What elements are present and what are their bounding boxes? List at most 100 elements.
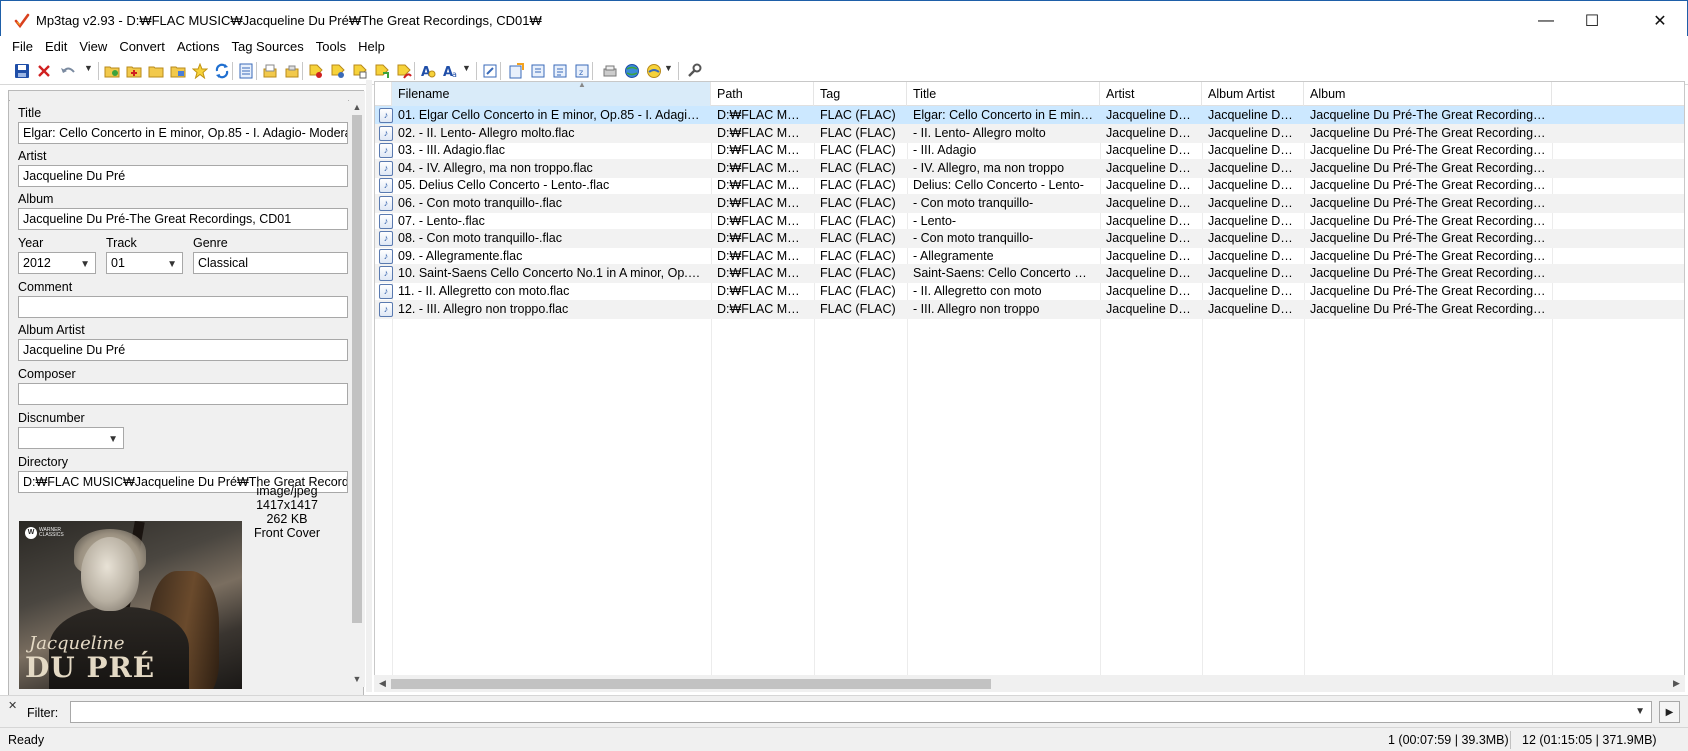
text-file-icon[interactable]: z [572, 61, 592, 81]
close-button[interactable]: ✕ [1637, 7, 1683, 35]
column-title[interactable]: Title [907, 82, 1100, 106]
cell-path: D:₩FLAC MUSIC₩Jacqueline Du Pré₩ [717, 196, 814, 210]
table-row[interactable]: ♪ 04. - IV. Allegro, ma non troppo.flac D:… [375, 158, 1684, 178]
table-row[interactable]: ♪ 11. - II. Allegretto con moto.flac D:₩FL… [375, 282, 1684, 301]
playlist-icon[interactable] [550, 61, 570, 81]
album-cover-image[interactable]: W WARNER CLASSICS Jacqueline DU PRÉ [19, 521, 242, 689]
column-album-artist[interactable]: Album Artist [1202, 82, 1304, 106]
save-icon[interactable] [12, 61, 32, 81]
cell-album-artist: Jacqueline Du Pré [1208, 266, 1304, 281]
undo-dropdown-icon[interactable]: ▼ [84, 63, 93, 73]
filter-close-icon[interactable]: ✕ [8, 699, 17, 712]
cell-path: D:₩FLAC MUSIC₩Jacqueline Du Pré₩ [717, 143, 814, 158]
column-album[interactable]: Album [1304, 82, 1552, 106]
table-row[interactable]: ♪ 02. - II. Lento- Allegro molto.flac D:₩F… [375, 123, 1684, 143]
discnumber-combo[interactable]: ▼ [18, 427, 124, 449]
album-field[interactable]: Jacqueline Du Pré-The Great Recordings, … [18, 208, 348, 230]
filter-input[interactable]: ▼ [70, 701, 1652, 723]
globe-icon[interactable] [622, 61, 642, 81]
year-combo[interactable]: 2012 ▼ [18, 252, 96, 274]
sources-dropdown-icon[interactable]: ▼ [664, 63, 673, 73]
filter-apply-button[interactable]: ▶ [1659, 701, 1680, 723]
menu-edit[interactable]: Edit [39, 36, 73, 58]
autonumber-icon[interactable] [394, 61, 414, 81]
audio-file-icon: ♪ [379, 125, 393, 141]
track-combo[interactable]: 01 ▼ [106, 252, 183, 274]
scroll-right-icon[interactable]: ▶ [1668, 675, 1685, 692]
favorites-icon[interactable] [146, 61, 166, 81]
menu-file[interactable]: File [6, 36, 39, 58]
text-tag-icon[interactable] [350, 61, 370, 81]
paste-tag-icon[interactable] [282, 61, 302, 81]
column-filename[interactable]: Filename ▲ [392, 82, 711, 106]
remove-tag-icon[interactable] [34, 61, 54, 81]
copy-tag-icon[interactable] [260, 61, 280, 81]
change-dir-icon[interactable] [102, 61, 122, 81]
column-artist[interactable]: Artist [1100, 82, 1202, 106]
table-row[interactable]: ♪ 05. Delius Cello Concerto - Lento-.flac… [375, 176, 1684, 195]
edit-tag-icon[interactable] [480, 61, 500, 81]
comment-field[interactable] [18, 296, 348, 318]
table-row[interactable]: ♪ 07. - Lento-.flac D:₩FLAC MUSIC₩Jacqueli… [375, 212, 1684, 231]
menu-help[interactable]: Help [352, 36, 391, 58]
album-artist-field[interactable]: Jacqueline Du Pré [18, 339, 348, 361]
tag-panel-scrollbar[interactable]: ▲ ▼ [349, 99, 365, 687]
composer-field[interactable] [18, 383, 348, 405]
scroll-up-icon[interactable]: ▲ [349, 99, 365, 115]
panel-splitter[interactable] [366, 80, 372, 692]
column-tag[interactable]: Tag [814, 82, 907, 106]
list-icon[interactable] [236, 61, 256, 81]
table-row[interactable]: ♪ 08. - Con moto tranquillo-.flac D:₩FLAC … [375, 229, 1684, 249]
audio-file-icon: ♪ [379, 196, 393, 211]
export-icon[interactable] [506, 61, 526, 81]
artist-field[interactable]: Jacqueline Du Pré [18, 165, 348, 187]
column-path[interactable]: Path [711, 82, 814, 106]
star-icon[interactable] [190, 61, 210, 81]
options-icon[interactable] [684, 61, 704, 81]
scroll-down-icon[interactable]: ▼ [349, 671, 365, 687]
minimize-button[interactable]: — [1523, 7, 1569, 35]
table-row[interactable]: ♪ 09. - Allegramente.flac D:₩FLAC MUSIC₩Ja… [375, 247, 1684, 266]
table-row[interactable]: ♪ 12. - III. Allegro non troppo.flac D:₩FL… [375, 299, 1684, 319]
cell-path: D:₩FLAC MUSIC₩Jacqueline Du Pré₩ [717, 108, 814, 122]
scroll-left-icon[interactable]: ◀ [374, 675, 391, 692]
scroll-thumb[interactable] [352, 115, 362, 623]
hscroll-thumb[interactable] [391, 679, 991, 689]
format-dropdown-icon[interactable]: ▼ [462, 63, 471, 73]
menu-convert[interactable]: Convert [113, 36, 171, 58]
chevron-down-icon[interactable]: ▼ [1635, 706, 1645, 717]
web-sources-icon[interactable] [600, 61, 620, 81]
cell-tag: FLAC (FLAC) [820, 178, 896, 193]
menu-tools[interactable]: Tools [310, 36, 352, 58]
folder-playlist-icon[interactable] [168, 61, 188, 81]
cell-artist: Jacqueline Du Pré [1106, 143, 1202, 158]
table-row[interactable]: ♪ 06. - Con moto tranquillo-.flac D:₩FLAC … [375, 194, 1684, 213]
case-icon[interactable]: A [418, 61, 438, 81]
cell-album: Jacqueline Du Pré-The Great Recordings, … [1310, 196, 1552, 210]
refresh-icon[interactable] [212, 61, 232, 81]
import-icon[interactable] [528, 61, 548, 81]
maximize-button[interactable]: ☐ [1569, 7, 1615, 35]
genre-combo[interactable]: Classical [193, 252, 348, 274]
table-row[interactable]: ♪ 03. - III. Adagio.flac D:₩FLAC MUSIC₩Jac… [375, 141, 1684, 160]
close-icon: ✕ [1653, 13, 1667, 30]
menu-view[interactable]: View [73, 36, 113, 58]
cell-filename: 03. - III. Adagio.flac [398, 143, 506, 158]
toolbar-separator [256, 62, 257, 80]
musicbrainz-icon[interactable] [644, 61, 664, 81]
file-list-hscrollbar[interactable]: ◀ ▶ [374, 675, 1685, 692]
format-text-icon[interactable]: Aa [440, 61, 460, 81]
cell-path: D:₩FLAC MUSIC₩Jacqueline Du Pré₩ [717, 160, 814, 175]
table-row[interactable]: ♪ 10. Saint-Saens Cello Concerto No.1 in … [375, 264, 1684, 284]
title-field[interactable]: Elgar: Cello Concerto in E minor, Op.85 … [18, 122, 348, 144]
filename-tag-icon[interactable] [328, 61, 348, 81]
add-dir-icon[interactable] [124, 61, 144, 81]
undo-icon[interactable] [58, 61, 78, 81]
menu-tag-sources[interactable]: Tag Sources [225, 36, 309, 58]
tag-tag-icon[interactable] [372, 61, 392, 81]
cell-tag: FLAC (FLAC) [820, 125, 896, 140]
table-row[interactable]: ♪ 01. Elgar Cello Concerto in E minor, Op… [375, 106, 1684, 125]
menu-actions[interactable]: Actions [171, 36, 226, 58]
tag-filename-icon[interactable] [306, 61, 326, 81]
cell-artist: Jacqueline Du Pré [1106, 266, 1202, 281]
